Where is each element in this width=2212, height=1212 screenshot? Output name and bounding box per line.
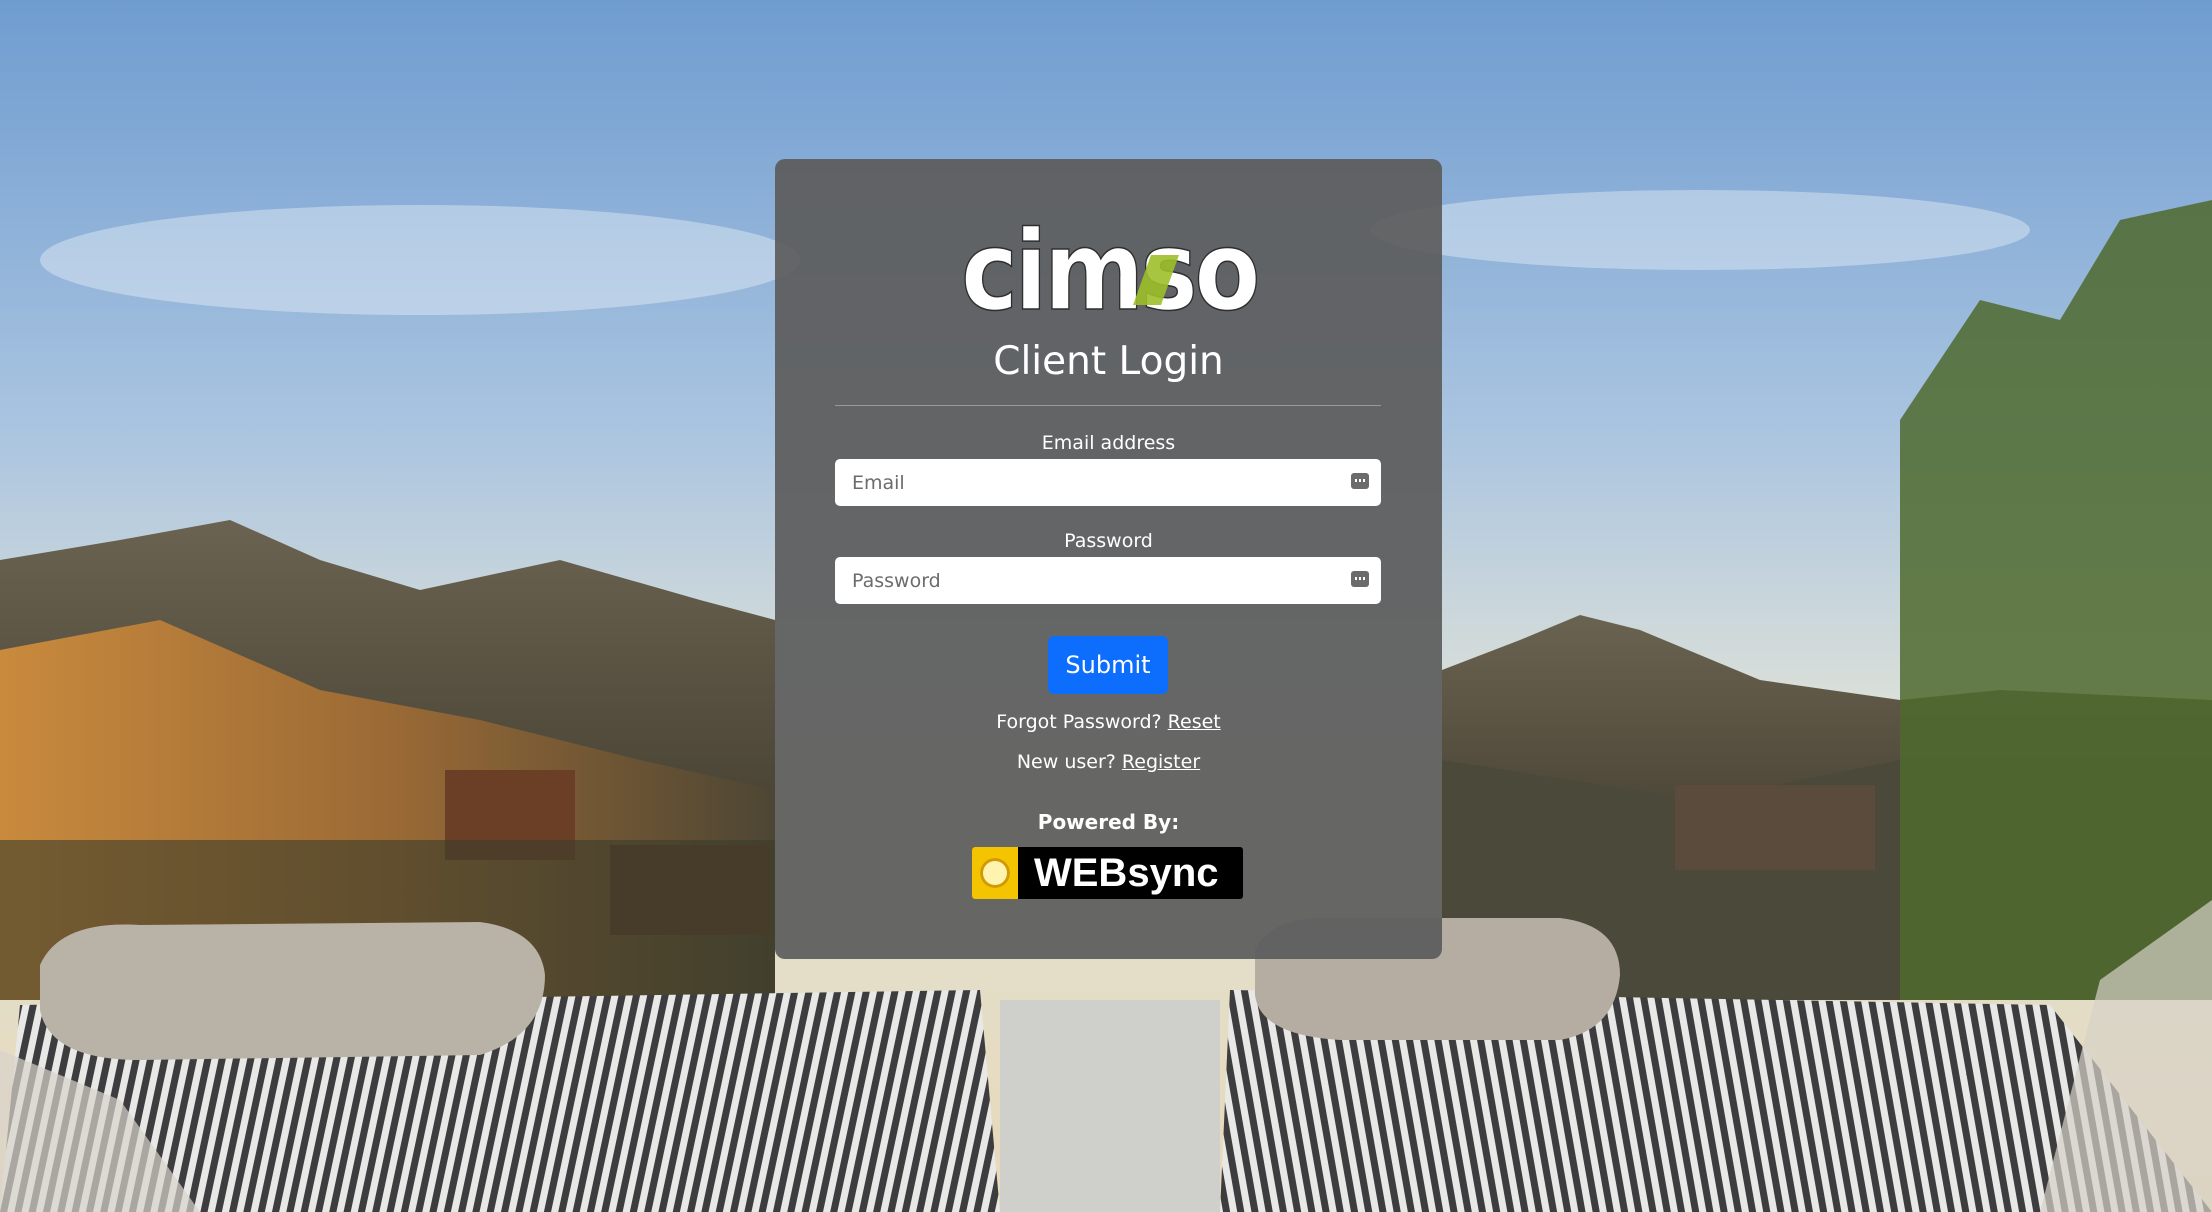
reset-link[interactable]: Reset	[1168, 711, 1221, 733]
register-link[interactable]: Register	[1122, 751, 1200, 773]
password-input[interactable]	[835, 557, 1325, 604]
title-divider	[835, 405, 1381, 406]
submit-button[interactable]: Submit	[1048, 636, 1168, 694]
email-label: Email address	[1041, 432, 1176, 454]
password-label: Password	[1064, 530, 1153, 552]
password-manager-key-icon[interactable]	[1351, 571, 1369, 587]
powered-by-label: Powered By:	[1037, 810, 1180, 834]
new-user-text: New user?	[1016, 751, 1116, 773]
cimso-logo: cimso	[955, 217, 1265, 327]
websync-text: WEBsync	[1034, 851, 1219, 895]
forgot-password-line: Forgot Password? Reset	[775, 710, 1442, 734]
email-input[interactable]	[835, 459, 1325, 506]
new-user-line: New user? Register	[775, 750, 1442, 774]
email-field-container[interactable]	[835, 459, 1381, 506]
password-field-container[interactable]	[835, 557, 1381, 604]
logo-text: cimso	[961, 217, 1257, 327]
password-manager-key-icon[interactable]	[1351, 473, 1369, 489]
globe-emblem-icon	[972, 847, 1018, 899]
websync-badge[interactable]: WEBsync	[972, 847, 1243, 899]
page-title: Client Login	[993, 339, 1224, 384]
login-card: cimso Client Login Email address Passwor…	[775, 159, 1442, 959]
forgot-password-text: Forgot Password?	[996, 711, 1162, 733]
